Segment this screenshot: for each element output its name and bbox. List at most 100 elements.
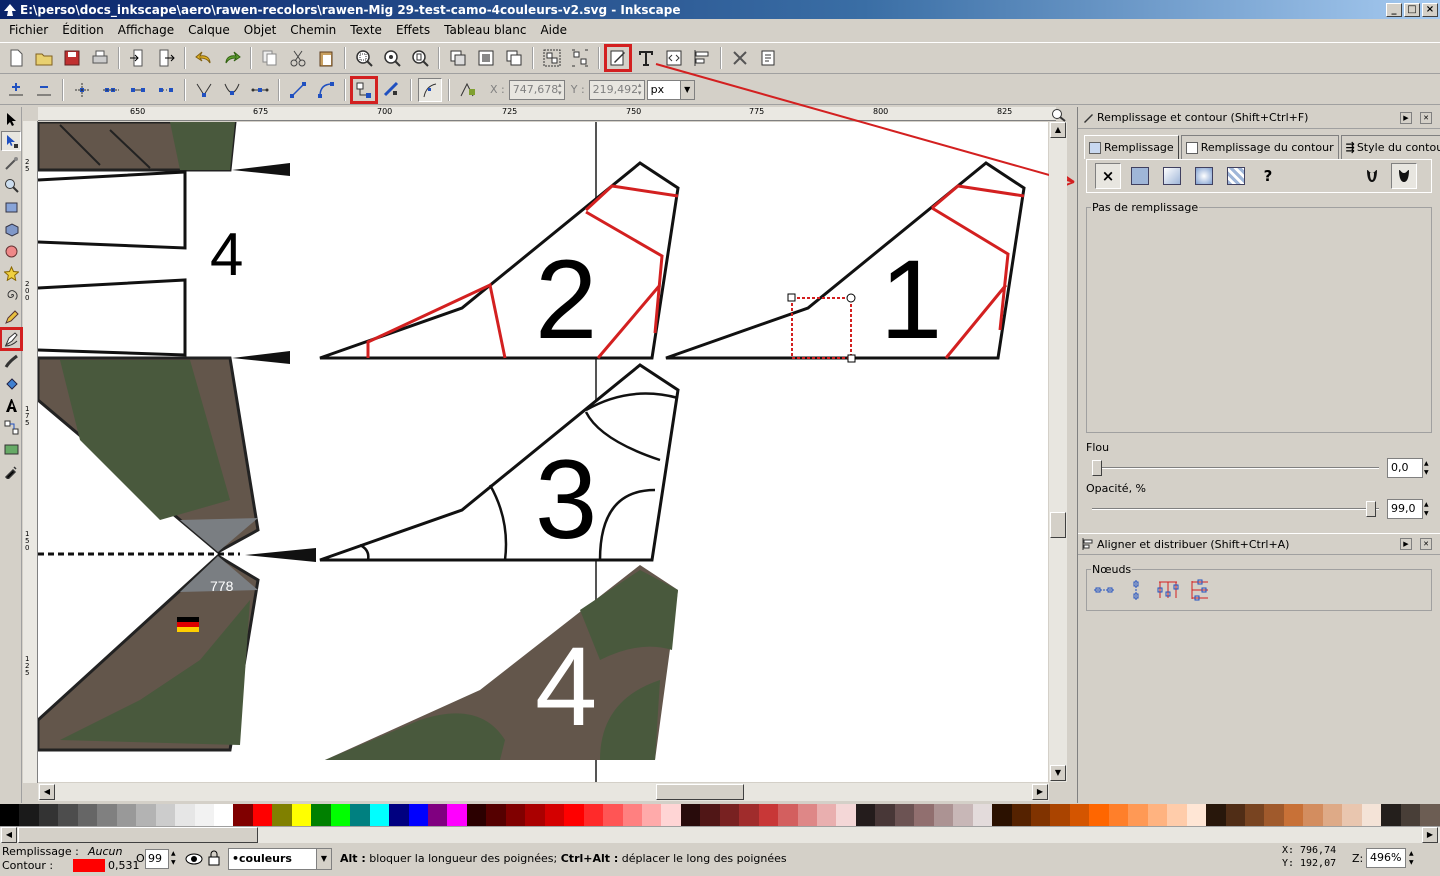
- scroll-up-arrow[interactable]: ▲: [1050, 122, 1066, 138]
- palette-swatch[interactable]: [972, 804, 993, 826]
- horizontal-scroll-thumb[interactable]: [656, 784, 744, 800]
- menu-chemin[interactable]: Chemin: [283, 23, 343, 37]
- ungroup-button[interactable]: [568, 46, 592, 70]
- palette-swatch[interactable]: [1322, 804, 1343, 826]
- palette-swatch[interactable]: [447, 804, 467, 826]
- segment-to-curve-button[interactable]: [314, 78, 338, 102]
- palette-swatch[interactable]: [350, 804, 370, 826]
- menu-calque[interactable]: Calque: [181, 23, 237, 37]
- palette-swatch[interactable]: [739, 804, 759, 826]
- palette-swatch[interactable]: [1303, 804, 1323, 826]
- palette-swatch[interactable]: [719, 804, 740, 826]
- palette-swatch[interactable]: [427, 804, 448, 826]
- palette-swatch[interactable]: [1283, 804, 1304, 826]
- tab-fill[interactable]: Remplissage: [1084, 135, 1179, 159]
- palette-swatch[interactable]: [758, 804, 779, 826]
- palette-swatch[interactable]: [564, 804, 584, 826]
- lock-icon[interactable]: [207, 850, 221, 866]
- palette-swatch[interactable]: [369, 804, 390, 826]
- panel-close-icon[interactable]: ✕: [1420, 538, 1432, 550]
- palette-swatch[interactable]: [213, 804, 234, 826]
- palette-swatch[interactable]: [933, 804, 954, 826]
- save-button[interactable]: [60, 46, 84, 70]
- palette-swatch[interactable]: [1381, 804, 1401, 826]
- palette-swatch[interactable]: [252, 804, 273, 826]
- stroke-width-value[interactable]: 0,531: [108, 859, 140, 872]
- palette-swatch[interactable]: [1361, 804, 1382, 826]
- cusp-node-button[interactable]: [192, 78, 216, 102]
- palette-swatch[interactable]: [38, 804, 59, 826]
- scroll-left-arrow[interactable]: ◀: [1, 827, 17, 843]
- align-nodes-vertical-button[interactable]: [1123, 577, 1149, 603]
- palette-swatch[interactable]: [233, 804, 253, 826]
- paint-bucket-tool[interactable]: [1, 373, 21, 393]
- palette-swatch[interactable]: [1147, 804, 1168, 826]
- y-coordinate-field[interactable]: 219,492: [588, 79, 645, 100]
- palette-scroll-thumb[interactable]: [18, 827, 258, 843]
- unlink-clone-button[interactable]: [502, 46, 526, 70]
- zoom-corner-icon[interactable]: [1051, 108, 1067, 122]
- menu-affichage[interactable]: Affichage: [111, 23, 181, 37]
- distribute-nodes-horizontal-button[interactable]: [1155, 577, 1181, 603]
- vertical-scrollbar[interactable]: ▲ ▼: [1049, 122, 1067, 782]
- palette-swatch[interactable]: [1108, 804, 1129, 826]
- palette-swatch[interactable]: [486, 804, 506, 826]
- palette-swatch[interactable]: [700, 804, 720, 826]
- menu-objet[interactable]: Objet: [237, 23, 283, 37]
- scroll-right-arrow[interactable]: ▶: [1422, 827, 1438, 843]
- connector-tool[interactable]: [1, 417, 21, 437]
- palette-swatch[interactable]: [1400, 804, 1421, 826]
- scroll-right-arrow[interactable]: ▶: [1032, 784, 1048, 800]
- palette-swatch[interactable]: [136, 804, 156, 826]
- zoom-field[interactable]: 496%: [1366, 848, 1406, 868]
- palette-swatch[interactable]: [272, 804, 292, 826]
- palette-swatch[interactable]: [505, 804, 526, 826]
- palette-swatch[interactable]: [836, 804, 856, 826]
- palette-swatch[interactable]: [1225, 804, 1245, 826]
- palette-swatch[interactable]: [77, 804, 98, 826]
- palette-swatch[interactable]: [914, 804, 934, 826]
- spin-arrows-icon[interactable]: ▲ ▼: [171, 849, 176, 867]
- palette-swatch[interactable]: [855, 804, 876, 826]
- break-path-button[interactable]: [98, 78, 122, 102]
- star-tool[interactable]: [1, 263, 21, 283]
- text-font-dialog-button[interactable]: [634, 46, 658, 70]
- object-to-path-button[interactable]: [350, 75, 378, 104]
- clone-button[interactable]: [474, 46, 498, 70]
- close-button[interactable]: ×: [1422, 2, 1438, 17]
- palette-swatch[interactable]: [1011, 804, 1032, 826]
- palette-swatch[interactable]: [1264, 804, 1284, 826]
- stroke-color-swatch[interactable]: [73, 859, 105, 872]
- panel-iconify-icon[interactable]: ▶: [1400, 538, 1412, 550]
- fill-flat-button[interactable]: [1127, 163, 1153, 189]
- group-button[interactable]: [540, 46, 564, 70]
- export-button[interactable]: [154, 46, 178, 70]
- zoom-page-button[interactable]: [408, 46, 432, 70]
- panel-iconify-icon[interactable]: ▶: [1400, 111, 1412, 124]
- zoom-tool[interactable]: [1, 175, 21, 195]
- menu-aide[interactable]: Aide: [533, 23, 574, 37]
- fill-rule-nonzero-button[interactable]: [1391, 163, 1417, 189]
- redo-button[interactable]: [220, 46, 244, 70]
- xml-editor-button[interactable]: [662, 46, 686, 70]
- show-handles-button[interactable]: [418, 77, 442, 102]
- gradient-tool[interactable]: [1, 439, 21, 459]
- vertical-scroll-thumb[interactable]: [1050, 512, 1066, 538]
- selector-tool[interactable]: [1, 109, 21, 129]
- fill-stroke-dialog-button[interactable]: [604, 44, 632, 72]
- unit-selector[interactable]: px ▼: [646, 79, 695, 100]
- palette-swatch[interactable]: [19, 804, 39, 826]
- scroll-left-arrow[interactable]: ◀: [39, 784, 55, 800]
- join-nodes-button[interactable]: [70, 78, 94, 102]
- zoom-drawing-button[interactable]: [380, 46, 404, 70]
- 3d-box-tool[interactable]: [1, 219, 21, 239]
- palette-swatch[interactable]: [544, 804, 565, 826]
- horizontal-scrollbar[interactable]: ◀ ▶: [38, 783, 1049, 801]
- fill-pattern-button[interactable]: [1223, 163, 1249, 189]
- preferences-button[interactable]: [728, 46, 752, 70]
- maximize-button[interactable]: □: [1404, 2, 1420, 17]
- palette-swatch[interactable]: [330, 804, 351, 826]
- menu-texte[interactable]: Texte: [343, 23, 389, 37]
- node-handle[interactable]: [787, 293, 796, 302]
- blur-slider[interactable]: [1092, 460, 1379, 476]
